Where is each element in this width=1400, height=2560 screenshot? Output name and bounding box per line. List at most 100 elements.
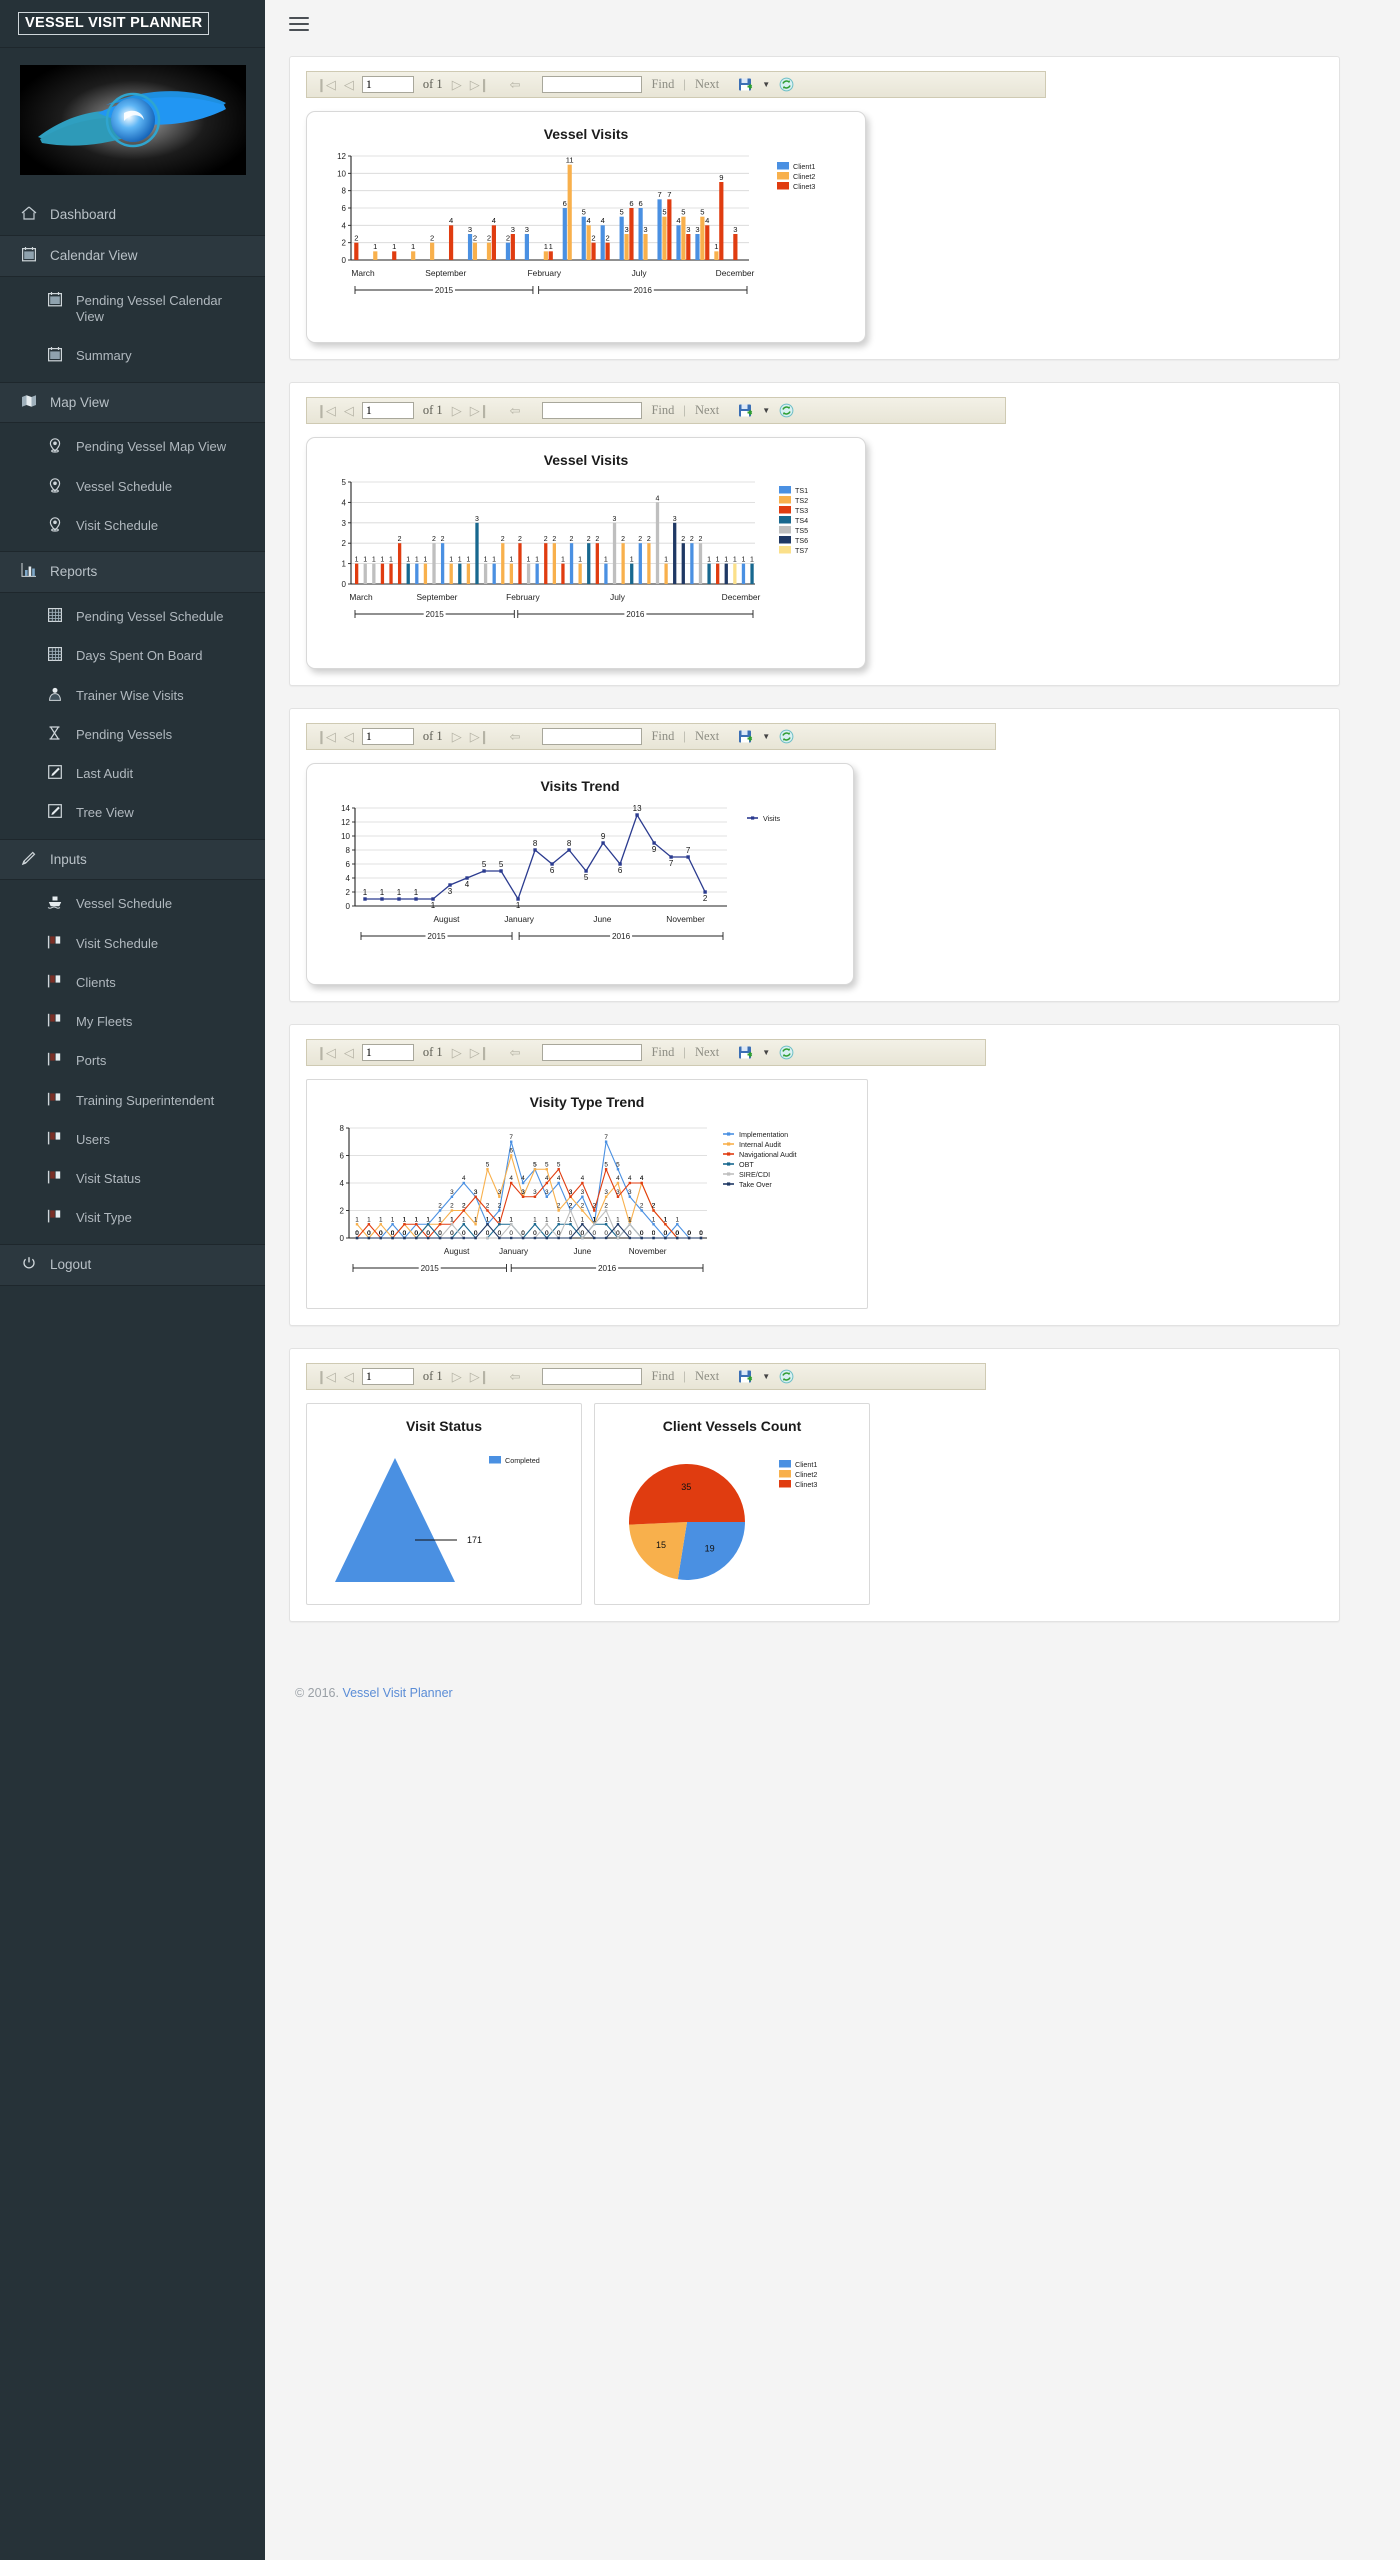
sidebar-item-trainer-wise-visits[interactable]: Trainer Wise Visits bbox=[0, 676, 265, 715]
prev-page-icon[interactable]: ◁ bbox=[344, 729, 354, 745]
svg-text:2: 2 bbox=[703, 894, 708, 903]
chevron-down-icon[interactable]: ▼ bbox=[762, 406, 770, 415]
sidebar-item-training-superintendent[interactable]: Training Superintendent bbox=[0, 1081, 265, 1120]
first-page-icon[interactable]: ❙◁ bbox=[316, 1045, 336, 1061]
sidebar-item-inputs[interactable]: Inputs bbox=[0, 838, 265, 881]
back-to-parent-icon[interactable]: ⇦ bbox=[510, 1369, 521, 1385]
back-to-parent-icon[interactable]: ⇦ bbox=[510, 77, 521, 93]
page-number-input[interactable] bbox=[361, 76, 414, 93]
sidebar-item-visit-schedule-input[interactable]: Visit Schedule bbox=[0, 924, 265, 963]
export-save-icon[interactable] bbox=[738, 1369, 753, 1384]
export-save-icon[interactable] bbox=[738, 729, 753, 744]
prev-page-icon[interactable]: ◁ bbox=[344, 1369, 354, 1385]
svg-text:2: 2 bbox=[681, 536, 685, 543]
sidebar-item-vessel-schedule-map[interactable]: Vessel Schedule bbox=[0, 467, 265, 506]
svg-text:November: November bbox=[629, 1247, 667, 1256]
svg-text:1: 1 bbox=[426, 1216, 430, 1223]
first-page-icon[interactable]: ❙◁ bbox=[316, 77, 336, 93]
find-link[interactable]: Find bbox=[651, 729, 674, 744]
prev-page-icon[interactable]: ◁ bbox=[344, 403, 354, 419]
svg-text:March: March bbox=[349, 592, 373, 602]
find-next-link[interactable]: Next bbox=[695, 403, 719, 418]
sidebar-item-pending-vessels[interactable]: Pending Vessels bbox=[0, 715, 265, 754]
find-next-link[interactable]: Next bbox=[695, 729, 719, 744]
export-save-icon[interactable] bbox=[738, 77, 753, 92]
next-page-icon[interactable]: ▷ bbox=[452, 1045, 462, 1061]
export-save-icon[interactable] bbox=[738, 403, 753, 418]
sidebar-item-dashboard[interactable]: Dashboard bbox=[0, 195, 265, 235]
back-to-parent-icon[interactable]: ⇦ bbox=[510, 403, 521, 419]
first-page-icon[interactable]: ❙◁ bbox=[316, 1369, 336, 1385]
sidebar-item-map-view[interactable]: Map View bbox=[0, 381, 265, 424]
last-page-icon[interactable]: ▷❙ bbox=[470, 77, 490, 93]
refresh-icon[interactable] bbox=[779, 729, 794, 744]
find-next-link[interactable]: Next bbox=[695, 1045, 719, 1060]
find-input[interactable] bbox=[542, 1368, 643, 1385]
sidebar-item-clients[interactable]: Clients bbox=[0, 963, 265, 1002]
find-input[interactable] bbox=[542, 728, 643, 745]
find-input[interactable] bbox=[542, 402, 643, 419]
sidebar-item-users[interactable]: Users bbox=[0, 1120, 265, 1159]
refresh-icon[interactable] bbox=[779, 1369, 794, 1384]
sidebar-item-pending-vessel-calendar-view[interactable]: Pending Vessel Calendar View bbox=[0, 281, 265, 337]
back-to-parent-icon[interactable]: ⇦ bbox=[510, 729, 521, 745]
chevron-down-icon[interactable]: ▼ bbox=[762, 80, 770, 89]
sidebar-item-vessel-schedule-input[interactable]: Vessel Schedule bbox=[0, 884, 265, 923]
svg-text:1: 1 bbox=[675, 1216, 679, 1223]
chevron-down-icon[interactable]: ▼ bbox=[762, 1372, 770, 1381]
last-page-icon[interactable]: ▷❙ bbox=[470, 729, 490, 745]
page-number-input[interactable] bbox=[361, 402, 414, 419]
find-next-link[interactable]: Next bbox=[695, 1369, 719, 1384]
last-page-icon[interactable]: ▷❙ bbox=[470, 1369, 490, 1385]
next-page-icon[interactable]: ▷ bbox=[452, 403, 462, 419]
find-next-link[interactable]: Next bbox=[695, 77, 719, 92]
sidebar-item-visit-schedule-map[interactable]: Visit Schedule bbox=[0, 506, 265, 545]
find-link[interactable]: Find bbox=[651, 1369, 674, 1384]
last-page-icon[interactable]: ▷❙ bbox=[470, 403, 490, 419]
first-page-icon[interactable]: ❙◁ bbox=[316, 403, 336, 419]
svg-text:1: 1 bbox=[545, 1216, 549, 1223]
sidebar-item-days-spent-on-board[interactable]: Days Spent On Board bbox=[0, 636, 265, 675]
page-number-input[interactable] bbox=[361, 1044, 414, 1061]
prev-page-icon[interactable]: ◁ bbox=[344, 1045, 354, 1061]
sidebar-item-visit-type[interactable]: Visit Type bbox=[0, 1198, 265, 1237]
sidebar-item-pending-vessel-map-view[interactable]: Pending Vessel Map View bbox=[0, 427, 265, 466]
refresh-icon[interactable] bbox=[779, 1045, 794, 1060]
svg-text:0: 0 bbox=[616, 1230, 620, 1237]
svg-text:5: 5 bbox=[342, 478, 347, 487]
back-to-parent-icon[interactable]: ⇦ bbox=[510, 1045, 521, 1061]
sidebar-item-pending-vessel-schedule[interactable]: Pending Vessel Schedule bbox=[0, 597, 265, 636]
refresh-icon[interactable] bbox=[779, 403, 794, 418]
sidebar-item-logout[interactable]: Logout bbox=[0, 1243, 265, 1286]
sidebar-item-visit-status[interactable]: Visit Status bbox=[0, 1159, 265, 1198]
chevron-down-icon[interactable]: ▼ bbox=[762, 732, 770, 741]
prev-page-icon[interactable]: ◁ bbox=[344, 77, 354, 93]
next-page-icon[interactable]: ▷ bbox=[452, 1369, 462, 1385]
find-link[interactable]: Find bbox=[651, 403, 674, 418]
svg-text:19: 19 bbox=[705, 1543, 715, 1553]
sidebar-item-summary[interactable]: Summary bbox=[0, 336, 265, 375]
find-input[interactable] bbox=[542, 1044, 643, 1061]
last-page-icon[interactable]: ▷❙ bbox=[470, 1045, 490, 1061]
page-number-input[interactable] bbox=[361, 1368, 414, 1385]
chevron-down-icon[interactable]: ▼ bbox=[762, 1048, 770, 1057]
next-page-icon[interactable]: ▷ bbox=[452, 729, 462, 745]
sidebar-item-my-fleets[interactable]: My Fleets bbox=[0, 1002, 265, 1041]
find-link[interactable]: Find bbox=[651, 77, 674, 92]
sidebar-item-ports[interactable]: Ports bbox=[0, 1041, 265, 1080]
export-save-icon[interactable] bbox=[738, 1045, 753, 1060]
sidebar-item-calendar-view[interactable]: Calendar View bbox=[0, 234, 265, 277]
footer-link[interactable]: Vessel Visit Planner bbox=[342, 1686, 452, 1700]
page-number-input[interactable] bbox=[361, 728, 414, 745]
find-link[interactable]: Find bbox=[651, 1045, 674, 1060]
refresh-icon[interactable] bbox=[779, 77, 794, 92]
find-input[interactable] bbox=[542, 76, 643, 93]
hamburger-icon[interactable] bbox=[289, 13, 309, 35]
sidebar-item-reports[interactable]: Reports bbox=[0, 551, 265, 593]
sidebar-item-last-audit[interactable]: Last Audit bbox=[0, 754, 265, 793]
svg-text:5: 5 bbox=[604, 1161, 608, 1168]
next-page-icon[interactable]: ▷ bbox=[452, 77, 462, 93]
svg-text:5: 5 bbox=[584, 873, 589, 882]
sidebar-item-tree-view[interactable]: Tree View bbox=[0, 793, 265, 832]
first-page-icon[interactable]: ❙◁ bbox=[316, 729, 336, 745]
